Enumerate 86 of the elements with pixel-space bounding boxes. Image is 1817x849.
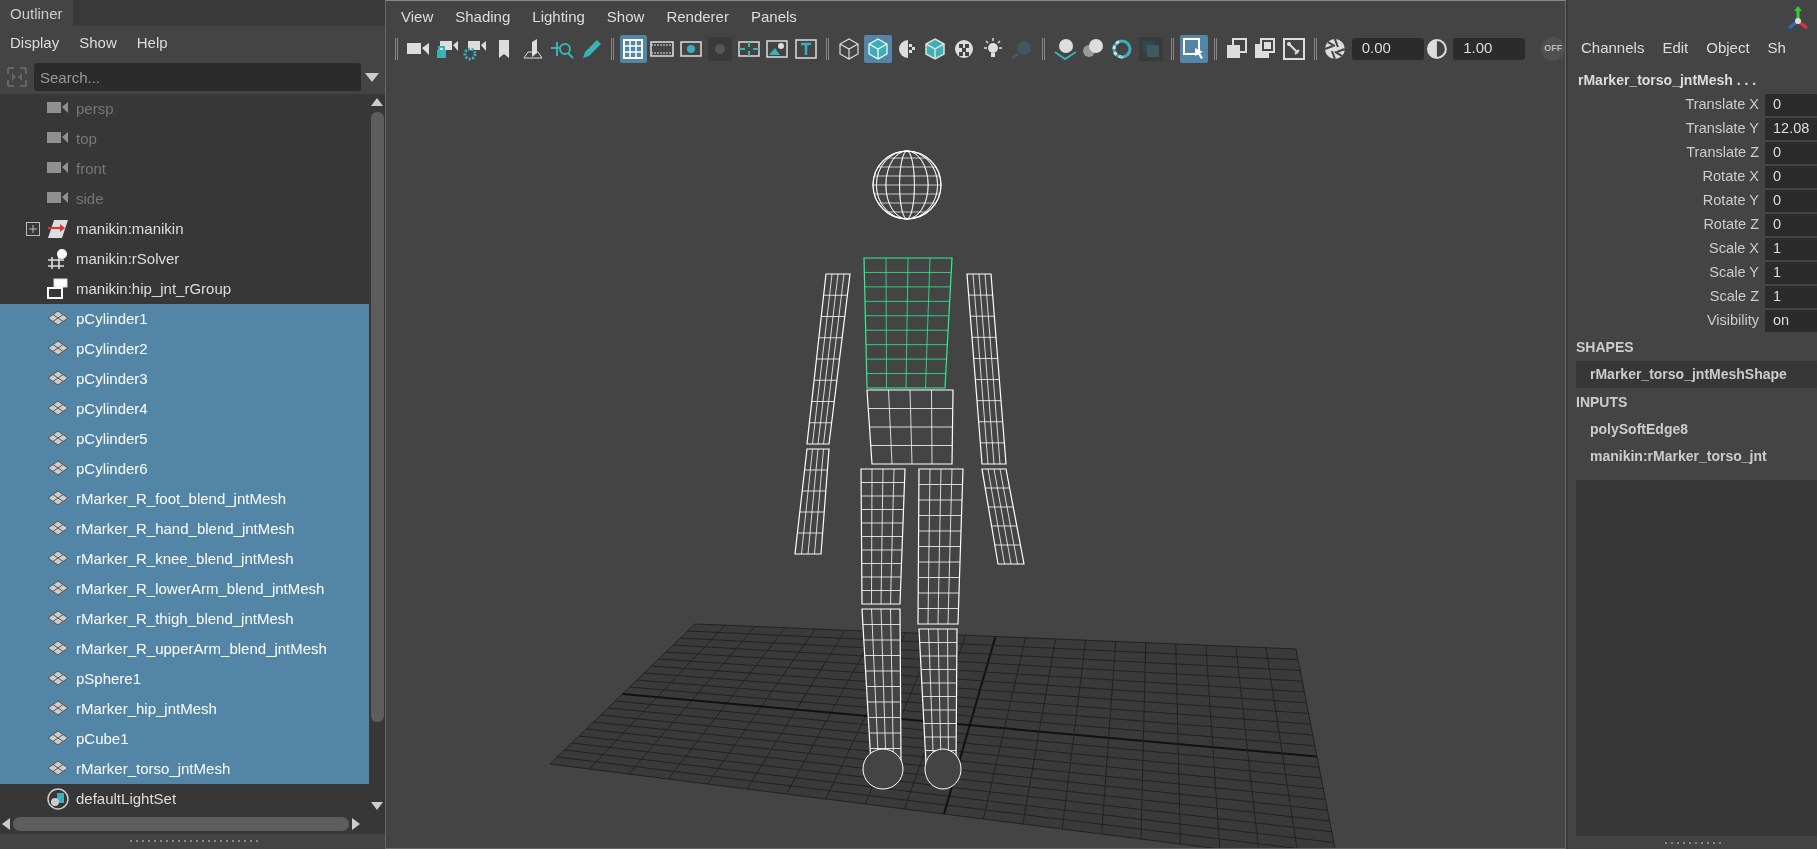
panel-tab[interactable]: Outliner xyxy=(0,0,73,26)
outliner-item[interactable]: rMarker_R_upperArm_blend_jntMesh xyxy=(0,634,369,664)
attribute-label: Rotate X xyxy=(1701,167,1759,187)
menu-item[interactable]: Show xyxy=(69,31,127,55)
picture-frame-icon xyxy=(1281,35,1308,62)
attribute-value-field[interactable]: 1 xyxy=(1765,238,1817,260)
light-set-icon xyxy=(46,787,70,811)
aperture-icon[interactable] xyxy=(1323,36,1347,61)
outliner-item[interactable]: rMarker_hip_jntMesh xyxy=(0,694,369,724)
outliner-item[interactable]: pCylinder6 xyxy=(0,454,369,484)
attribute-value-field[interactable]: 0 xyxy=(1765,166,1817,188)
attribute-label: Visibility xyxy=(1705,311,1759,331)
attribute-value-field[interactable]: 0 xyxy=(1765,190,1817,212)
toolbar-button[interactable] xyxy=(619,34,648,63)
resize-grip[interactable] xyxy=(127,839,258,842)
exposure-field[interactable]: 0.00 xyxy=(1351,37,1424,60)
gamma-field[interactable]: 1.00 xyxy=(1453,37,1526,60)
attribute-value-field[interactable]: 0 xyxy=(1765,214,1817,236)
section-heading: INPUTS xyxy=(1575,393,1629,412)
outliner-item[interactable]: pCylinder1 xyxy=(0,304,369,334)
menu-item[interactable]: Renderer xyxy=(655,5,740,29)
attribute-value-field[interactable]: 0 xyxy=(1765,142,1817,164)
solver-icon xyxy=(46,247,70,271)
resize-grip[interactable] xyxy=(1662,841,1723,844)
outliner-item[interactable]: manikin:rSolver xyxy=(0,244,369,274)
menu-item[interactable]: View xyxy=(390,5,445,29)
attribute-value-field[interactable]: 1 xyxy=(1765,262,1817,284)
outliner-item[interactable]: rMarker_R_thigh_blend_jntMesh xyxy=(0,604,369,634)
scroll-left-arrow-icon[interactable] xyxy=(2,818,10,830)
outliner-item[interactable]: defaultLightSet xyxy=(0,784,369,814)
outliner-item[interactable]: pCylinder5 xyxy=(0,424,369,454)
menu-item[interactable]: Display xyxy=(0,31,70,55)
node-item[interactable]: polySoftEdge8 xyxy=(1568,416,1817,443)
outliner-item[interactable]: rMarker_R_foot_blend_jntMesh xyxy=(0,484,369,514)
menu-item[interactable]: Panels xyxy=(739,5,808,29)
attribute-label: Translate Y xyxy=(1684,119,1759,139)
scroll-up-arrow-icon[interactable] xyxy=(371,98,383,106)
scroll-down-arrow-icon[interactable] xyxy=(371,802,383,810)
menu-item[interactable]: Edit xyxy=(1653,36,1698,60)
menu-item[interactable]: Lighting xyxy=(521,5,596,29)
attribute-label: Scale Y xyxy=(1708,263,1759,283)
outliner-item[interactable]: pCylinder4 xyxy=(0,394,369,424)
outliner-item[interactable]: rMarker_R_knee_blend_jntMesh xyxy=(0,544,369,574)
scrollbar-thumb[interactable] xyxy=(13,817,349,831)
dark-frame-icon xyxy=(706,35,733,62)
outliner-item[interactable]: rMarker_R_hand_blend_jntMesh xyxy=(0,514,369,544)
search-field[interactable]: Search... xyxy=(34,63,361,91)
attribute-label: Translate Z xyxy=(1685,143,1759,163)
menu-item[interactable]: Sh xyxy=(1758,36,1795,60)
attribute-value-field[interactable]: 1 xyxy=(1765,286,1817,308)
attribute-label: Scale X xyxy=(1708,239,1759,259)
object-name: rMarker_torso_jntMesh . . . xyxy=(1577,71,1758,90)
attribute-value-field[interactable]: 12.08 xyxy=(1765,118,1817,140)
dark-squares-icon xyxy=(1138,35,1164,62)
off-toggle[interactable]: OFF xyxy=(1541,36,1566,61)
attribute-label: Scale Z xyxy=(1708,287,1759,307)
attribute-label: Rotate Z xyxy=(1702,215,1759,235)
outliner-item[interactable]: rMarker_torso_jntMesh xyxy=(0,754,369,784)
toolbar-button[interactable] xyxy=(863,34,892,63)
parallelogram-arrow-icon xyxy=(46,217,70,241)
outliner-item[interactable]: pCube1 xyxy=(0,724,369,754)
node-item[interactable]: rMarker_torso_jntMeshShape xyxy=(1576,361,1817,388)
half-circle-icon[interactable] xyxy=(1424,36,1449,61)
attribute-value-field[interactable]: 0 xyxy=(1765,94,1817,116)
menu-item[interactable]: Object xyxy=(1697,36,1759,60)
dropdown-arrow-icon[interactable] xyxy=(365,72,379,82)
scroll-right-arrow-icon[interactable] xyxy=(352,818,360,830)
attribute-label: Rotate Y xyxy=(1701,191,1759,211)
outliner-item[interactable]: pCylinder2 xyxy=(0,334,369,364)
expand-plus-icon[interactable] xyxy=(26,222,40,236)
attribute-value-field[interactable]: on xyxy=(1765,310,1817,332)
menu-item[interactable]: Show xyxy=(595,5,656,29)
stacked-boxes-icon xyxy=(46,277,70,301)
node-item[interactable]: manikin:rMarker_torso_jnt xyxy=(1568,443,1817,470)
attribute-label: Translate X xyxy=(1684,95,1759,115)
menu-item[interactable]: Channels xyxy=(1572,36,1654,60)
outliner-item[interactable]: manikin:hip_jnt_rGroup xyxy=(0,274,369,304)
menu-item[interactable]: Shading xyxy=(444,5,522,29)
outliner-item[interactable]: pCylinder3 xyxy=(0,364,369,394)
section-heading: SHAPES xyxy=(1575,338,1635,357)
scrollbar-thumb[interactable] xyxy=(370,112,384,722)
menu-item[interactable]: Help xyxy=(126,31,178,55)
outliner-item[interactable]: rMarker_R_lowerArm_blend_jntMesh xyxy=(0,574,369,604)
toolbar-button[interactable] xyxy=(1179,34,1208,63)
outliner-item[interactable]: pSphere1 xyxy=(0,664,369,694)
outliner-item[interactable]: manikin:manikin xyxy=(0,214,369,244)
